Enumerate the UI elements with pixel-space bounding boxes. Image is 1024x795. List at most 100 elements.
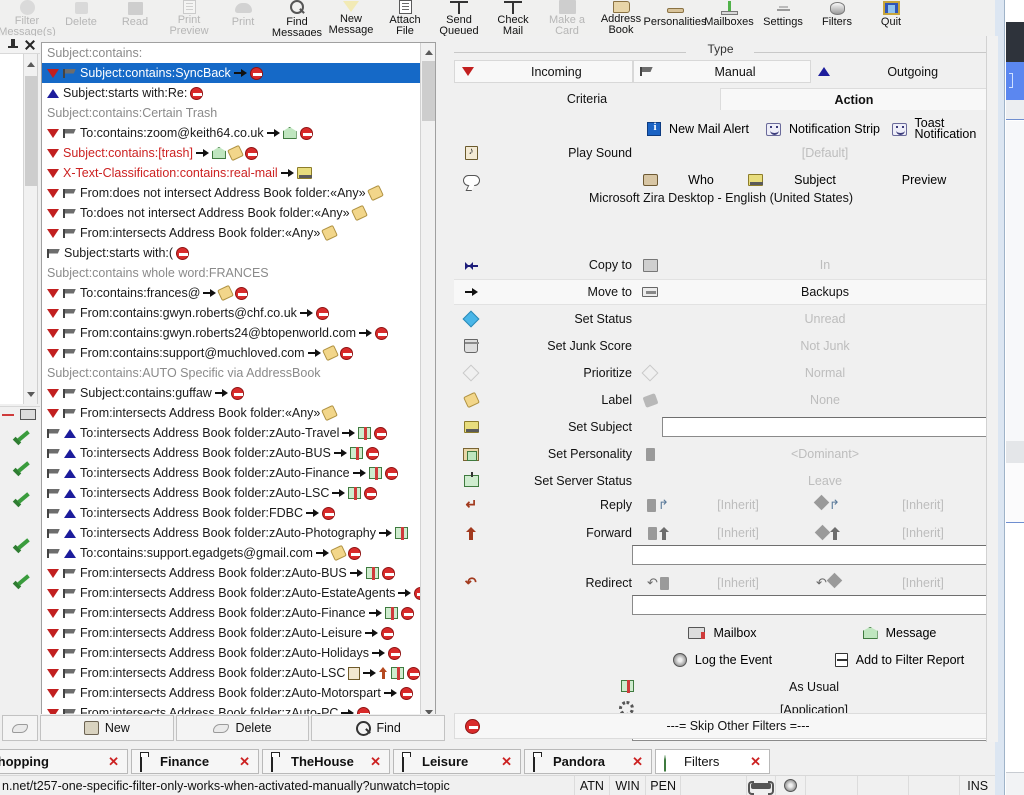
close-tab-icon[interactable]: ✕ <box>239 754 250 770</box>
filter-scroll-up-icon[interactable] <box>421 44 435 60</box>
filter-list-item[interactable]: From:intersects Address Book folder:zAut… <box>42 623 435 643</box>
reply-right-value[interactable]: [Inherit] <box>858 498 988 512</box>
redirect-address-input[interactable] <box>632 595 988 615</box>
action-row-value[interactable]: None <box>662 393 988 407</box>
filter-list-item[interactable]: From:intersects Address Book folder:zAut… <box>42 663 435 683</box>
speech-preview-label[interactable]: Preview <box>860 173 988 187</box>
filter-list-item[interactable]: To:intersects Address Book folder:zAuto-… <box>42 463 435 483</box>
action-row-value[interactable]: In <box>662 258 988 272</box>
toolbar-button-quit[interactable]: Quit <box>864 0 918 36</box>
toolbar-button-personalities[interactable]: Personalities <box>644 0 707 36</box>
redirect-right-value[interactable]: [Inherit] <box>858 576 988 590</box>
filter-report-option[interactable]: Add to Filter Report <box>811 653 988 667</box>
action-row-set-junk-score[interactable]: Set Junk Score Not Junk <box>454 333 988 359</box>
action-row-value[interactable]: Normal <box>662 366 988 380</box>
filter-list[interactable]: Subject:contains: Subject:contains:SyncBa… <box>41 42 436 722</box>
filter-list-item[interactable]: To:does not intersect Address Book folde… <box>42 203 435 223</box>
toolbar-button-mailboxes[interactable]: Mailboxes <box>702 0 756 36</box>
speech-who-label[interactable]: Who <box>662 173 740 187</box>
close-tab-icon[interactable]: ✕ <box>750 754 761 770</box>
action-row-set-subject[interactable]: Set Subject <box>454 414 988 440</box>
toolbar-button-new-message[interactable]: New Message <box>324 0 378 36</box>
find-filter-button[interactable]: Find <box>311 715 446 741</box>
settings-panel-scrollbar[interactable] <box>986 36 998 742</box>
filter-list-item[interactable]: From:contains:gwyn.roberts@chf.co.uk <box>42 303 435 323</box>
filter-list-item[interactable]: To:intersects Address Book folder:zAuto-… <box>42 443 435 463</box>
scrollbar-thumb[interactable] <box>25 76 37 186</box>
scroll-down-icon[interactable] <box>24 386 38 402</box>
message-option[interactable]: Message <box>811 626 988 640</box>
action-row-value[interactable]: Unread <box>662 312 988 326</box>
toolbar-button-find-messages[interactable]: Find Messages <box>270 0 324 36</box>
dock-scrollbar[interactable] <box>23 54 37 404</box>
misc-button[interactable] <box>2 715 38 741</box>
filter-list-item[interactable]: From:does not intersect Address Book fol… <box>42 183 435 203</box>
toolbar-button-filters[interactable]: Filters <box>810 0 864 36</box>
new-filter-button[interactable]: New <box>40 715 174 741</box>
filter-type-manual[interactable]: Manual <box>632 60 812 83</box>
log-event-option[interactable]: Log the Event <box>634 653 811 667</box>
action-row-copy-to[interactable]: Copy to In <box>454 252 988 278</box>
filter-list-item[interactable]: From:contains:support@muchloved.com <box>42 343 435 363</box>
forward-address-input[interactable] <box>632 545 988 565</box>
folder-tab-leisure[interactable]: Leisure ✕ <box>393 749 521 774</box>
filter-list-item[interactable]: From:intersects Address Book folder:zAut… <box>42 643 435 663</box>
action-row-label[interactable]: Label None <box>454 387 988 413</box>
filter-list-item[interactable]: X-Text-Classification:contains:real-mail <box>42 163 435 183</box>
filter-list-item[interactable]: To:intersects Address Book folder:zAuto-… <box>42 523 435 543</box>
action-row-value[interactable]: Not Junk <box>662 339 988 353</box>
forward-row[interactable]: Forward [Inherit] [Inherit] <box>454 520 988 546</box>
scroll-up-icon[interactable] <box>24 56 38 72</box>
filter-scrollbar-thumb[interactable] <box>422 61 435 121</box>
close-tab-icon[interactable]: ✕ <box>632 754 643 770</box>
folder-tab-shopping[interactable]: Shopping ✕ <box>0 749 128 774</box>
speech-voice-value[interactable]: Microsoft Zira Desktop - English (United… <box>454 191 988 205</box>
forward-left-value[interactable]: [Inherit] <box>678 526 798 540</box>
mailbox-option[interactable]: Mailbox <box>634 626 811 640</box>
toast-notification-option[interactable]: Toast Notification <box>888 117 988 140</box>
filter-list-item[interactable]: From:intersects Address Book folder:«Any… <box>42 223 435 243</box>
toolbar-button-settings[interactable]: Settings <box>756 0 810 36</box>
filter-type-outgoing[interactable]: Outgoing <box>811 60 988 83</box>
pin-icon[interactable] <box>8 39 18 50</box>
filter-list-item[interactable]: To:intersects Address Book folder:zAuto-… <box>42 423 435 443</box>
new-mail-alert-option[interactable]: New Mail Alert <box>638 121 758 136</box>
toolbar-button-send-queued[interactable]: Send Queued <box>432 0 486 36</box>
play-sound-row[interactable]: Play Sound [Default] <box>454 140 988 166</box>
close-tab-icon[interactable]: ✕ <box>370 754 381 770</box>
filter-list-item[interactable]: To:intersects Address Book folder:zAuto-… <box>42 483 435 503</box>
filter-list-item[interactable]: Subject:contains: <box>42 43 435 63</box>
filter-list-item[interactable]: From:intersects Address Book folder:zAut… <box>42 583 435 603</box>
folder-tab-pandora[interactable]: Pandora ✕ <box>524 749 652 774</box>
filter-list-item[interactable]: Subject:contains:[trash] <box>42 143 435 163</box>
filter-list-item[interactable]: From:contains:gwyn.roberts24@btopenworld… <box>42 323 435 343</box>
filter-type-incoming[interactable]: Incoming <box>454 60 633 83</box>
filter-list-item[interactable]: To:intersects Address Book folder:FDBC <box>42 503 435 523</box>
action-row-move-to[interactable]: Move to Backups <box>454 279 988 305</box>
filter-list-item[interactable]: Subject:contains whole word:FRANCES <box>42 263 435 283</box>
toolbar-button-attach-file[interactable]: Attach File <box>378 0 432 36</box>
reply-left-value[interactable]: [Inherit] <box>678 498 798 512</box>
toolbar-button-check-mail[interactable]: Check Mail <box>486 0 540 36</box>
filter-list-item[interactable]: From:intersects Address Book folder:«Any… <box>42 403 435 423</box>
redirect-left-value[interactable]: [Inherit] <box>678 576 798 590</box>
filter-list-item[interactable]: Subject:starts with:Re: <box>42 83 435 103</box>
notification-strip-option[interactable]: Notification Strip <box>758 122 888 136</box>
action-row-set-personality[interactable]: Set Personality <Dominant> <box>454 441 988 467</box>
folder-tab-filters[interactable]: Filters ✕ <box>655 749 770 774</box>
filter-list-item[interactable]: To:contains:support.egadgets@gmail.com <box>42 543 435 563</box>
close-tab-icon[interactable]: ✕ <box>501 754 512 770</box>
filter-list-item[interactable]: Subject:contains:guffaw <box>42 383 435 403</box>
tab-action[interactable]: Action <box>720 88 988 110</box>
action-row-value[interactable]: Leave <box>662 474 988 488</box>
folder-tab-thehouse[interactable]: TheHouse ✕ <box>262 749 390 774</box>
delete-filter-button[interactable]: Delete <box>175 715 310 741</box>
close-icon[interactable] <box>24 39 35 50</box>
action-row-value[interactable]: <Dominant> <box>662 447 988 461</box>
tab-criteria[interactable]: Criteria <box>454 88 720 110</box>
folder-tab-finance[interactable]: Finance ✕ <box>131 749 259 774</box>
filter-list-item[interactable]: To:contains:frances@ <box>42 283 435 303</box>
action-row-value[interactable]: Backups <box>662 285 988 299</box>
toolbar-button-address-book[interactable]: Address Book <box>594 0 648 36</box>
reply-row[interactable]: ↵ Reply ↱ [Inherit] ↱ [Inherit] <box>454 492 988 518</box>
